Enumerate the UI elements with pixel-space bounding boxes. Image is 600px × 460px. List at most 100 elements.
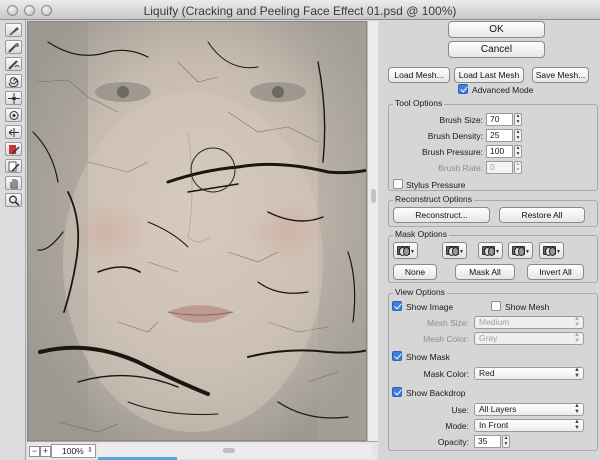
- reconstruct-options-group: Reconstruct Options Reconstruct... Resto…: [388, 194, 598, 227]
- show-mask-label: Show Mask: [406, 352, 450, 362]
- vertical-scrollbar[interactable]: [367, 21, 378, 441]
- save-mesh-button[interactable]: Save Mesh...: [532, 67, 589, 83]
- tool-options-group: Tool Options Brush Size: 70 ▲ ▼ Brush Den…: [388, 98, 598, 191]
- thaw-mask-icon: [8, 161, 20, 172]
- horizontal-scrollbar[interactable]: [98, 444, 372, 458]
- freeze-mask-tool[interactable]: [5, 142, 22, 156]
- zoom-level-value: 100%: [62, 446, 84, 456]
- backdrop-use-label: Use:: [451, 405, 469, 415]
- mask-none-button[interactable]: None: [393, 264, 437, 280]
- zoom-level-select[interactable]: 100% ⇕: [51, 444, 96, 458]
- backdrop-mode-select[interactable]: In Front ▲ ▼: [474, 419, 584, 432]
- reconstruct-options-title: Reconstruct Options: [393, 194, 475, 204]
- zoom-out-button[interactable]: −: [29, 446, 40, 457]
- ok-button[interactable]: OK: [448, 21, 545, 38]
- brush-rate-label: Brush Rate:: [438, 163, 483, 173]
- forward-warp-icon: [9, 27, 19, 35]
- backdrop-use-select[interactable]: All Layers ▲ ▼: [474, 403, 584, 416]
- dropdown-arrow-icon: ▼: [495, 249, 500, 255]
- restore-all-button[interactable]: Restore All: [499, 207, 585, 223]
- backdrop-opacity-input[interactable]: 35: [474, 435, 501, 448]
- show-mask-checkbox[interactable]: [392, 351, 402, 361]
- subtract-from-selection-button[interactable]: ▼: [478, 242, 503, 259]
- show-mesh-checkbox[interactable]: [491, 301, 501, 311]
- stylus-pressure-checkbox[interactable]: [393, 179, 403, 189]
- invert-all-button[interactable]: Invert All: [527, 264, 584, 280]
- brush-density-stepper[interactable]: ▲ ▼: [514, 129, 522, 142]
- reconstruct-tool[interactable]: [5, 40, 22, 54]
- push-left-tool[interactable]: [5, 125, 22, 139]
- tool-options-title: Tool Options: [393, 98, 445, 108]
- pucker-tool[interactable]: [5, 91, 22, 105]
- mask-color-value: Red: [479, 368, 495, 378]
- reconstruct-button[interactable]: Reconstruct...: [393, 207, 490, 223]
- brush-size-stepper[interactable]: ▲ ▼: [514, 113, 522, 126]
- mask-color-select[interactable]: Red ▲ ▼: [474, 367, 584, 380]
- image-preview-canvas[interactable]: [27, 21, 367, 441]
- brush-pressure-label: Brush Pressure:: [422, 147, 483, 157]
- backdrop-use-value: All Layers: [479, 404, 517, 414]
- bloat-tool[interactable]: [5, 108, 22, 122]
- mesh-size-label: Mesh Size:: [426, 318, 469, 328]
- brush-density-input[interactable]: 25: [486, 129, 513, 142]
- mask-all-button[interactable]: Mask All: [455, 264, 515, 280]
- freeze-mask-icon: [9, 145, 20, 155]
- backdrop-opacity-stepper[interactable]: ▲ ▼: [502, 435, 510, 448]
- brush-rate-stepper: ▲ ▼: [514, 161, 522, 174]
- show-image-checkbox[interactable]: [392, 301, 402, 311]
- brush-pressure-input[interactable]: 100: [486, 145, 513, 158]
- hand-tool[interactable]: [5, 176, 22, 190]
- chevron-updown-icon: ▲ ▼: [574, 403, 580, 415]
- mesh-size-select: Medium ▲ ▼: [474, 316, 584, 329]
- advanced-mode-checkbox[interactable]: [458, 84, 468, 94]
- brush-rate-input: 0: [486, 161, 513, 174]
- add-to-selection-button[interactable]: ▼: [442, 242, 467, 259]
- backdrop-opacity-label: Opacity:: [437, 437, 469, 447]
- dropdown-arrow-icon: ▼: [525, 249, 530, 255]
- invert-selection-icon: [543, 246, 556, 256]
- horizontal-scroll-thumb[interactable]: [223, 448, 235, 453]
- dropdown-arrow-icon: ▼: [410, 249, 415, 255]
- smooth-icon: [8, 60, 20, 70]
- brush-size-input[interactable]: 70: [486, 113, 513, 126]
- show-mesh-label: Show Mesh: [505, 302, 550, 312]
- thaw-mask-tool[interactable]: [5, 159, 22, 173]
- twirl-clockwise-tool[interactable]: [5, 74, 22, 88]
- add-to-selection-icon: [446, 246, 459, 256]
- reconstruct-icon: [8, 43, 19, 53]
- push-left-icon: [8, 128, 19, 137]
- show-backdrop-checkbox[interactable]: [392, 387, 402, 397]
- show-image-label: Show Image: [406, 302, 454, 312]
- view-options-group: View Options Show Image Show Mesh Mesh S…: [388, 287, 598, 451]
- mask-options-title: Mask Options: [393, 229, 449, 239]
- view-options-title: View Options: [393, 287, 447, 297]
- load-mesh-button[interactable]: Load Mesh...: [388, 67, 450, 83]
- zoom-in-button[interactable]: +: [40, 446, 51, 457]
- intersect-with-selection-button[interactable]: ▼: [508, 242, 533, 259]
- mesh-color-value: Gray: [479, 333, 498, 343]
- cracked-face-image: [28, 22, 366, 440]
- chevron-updown-icon: ⇕: [87, 447, 93, 454]
- twirl-icon: [8, 77, 19, 87]
- dropdown-arrow-icon: ▼: [459, 249, 464, 255]
- mask-options-group: Mask Options ▼ ▼ ▼ ▼ ▼ None Mask All Inv…: [388, 229, 598, 283]
- zoom-tool[interactable]: [5, 193, 22, 207]
- backdrop-mode-label: Mode:: [445, 421, 469, 431]
- smooth-tool[interactable]: [5, 57, 22, 71]
- replace-selection-button[interactable]: ▼: [393, 242, 418, 259]
- load-last-mesh-button[interactable]: Load Last Mesh: [454, 67, 524, 83]
- cancel-button[interactable]: Cancel: [448, 41, 545, 58]
- invert-selection-button[interactable]: ▼: [539, 242, 564, 259]
- stylus-pressure-label: Stylus Pressure: [406, 180, 466, 190]
- brush-pressure-stepper[interactable]: ▲ ▼: [514, 145, 522, 158]
- forward-warp-tool[interactable]: [5, 23, 22, 37]
- vertical-scroll-thumb[interactable]: [371, 189, 376, 203]
- tool-palette: [0, 20, 26, 460]
- mesh-color-label: Mesh Color:: [423, 334, 469, 344]
- window-title: Liquify (Cracking and Peeling Face Effec…: [143, 4, 457, 18]
- subtract-from-selection-icon: [482, 246, 495, 256]
- brush-size-label: Brush Size:: [439, 115, 483, 125]
- chevron-updown-icon: ▲ ▼: [574, 332, 580, 344]
- zoom-magnifier-icon: [9, 195, 20, 206]
- intersect-with-selection-icon: [512, 246, 525, 256]
